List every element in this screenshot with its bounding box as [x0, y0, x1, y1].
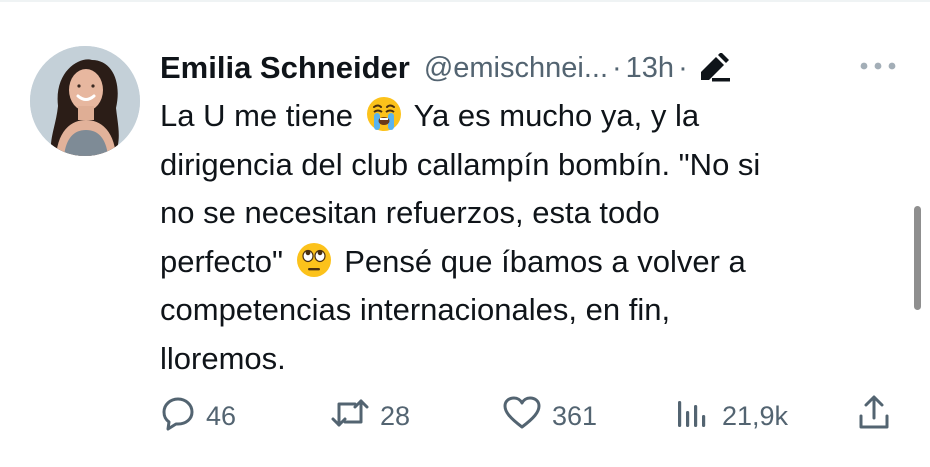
tweet-time[interactable]: 13h — [626, 52, 674, 85]
top-divider — [0, 0, 930, 2]
text-segment: Pensé que íbamos a volver a — [335, 243, 746, 279]
tweet-text: La U me tiene Ya es mucho ya, y la dirig… — [160, 92, 880, 383]
tweet-actions-bar: 46 28 361 21,9k — [160, 394, 900, 438]
like-count: 361 — [552, 400, 598, 431]
tweet-text-line: lloremos. — [160, 340, 286, 376]
tweet-text-line: perfecto" Pensé que íbamos a volver a — [160, 238, 880, 287]
views-count: 21,9k — [722, 400, 789, 431]
heart-icon — [502, 395, 542, 438]
share-icon — [856, 394, 892, 439]
more-horizontal-icon[interactable] — [856, 52, 900, 80]
retweet-icon — [330, 395, 370, 438]
retweet-count: 28 — [380, 400, 411, 431]
tweet-text-line: competencias internacionales, en fin, — [160, 292, 671, 327]
like-button[interactable]: 361 — [502, 394, 597, 438]
author-name[interactable]: Emilia Schneider — [160, 50, 410, 86]
loudly-crying-face-icon — [366, 96, 402, 147]
share-button[interactable] — [856, 394, 892, 438]
pencil-icon[interactable] — [698, 53, 732, 83]
separator-dot-2: · — [678, 51, 688, 84]
reply-icon — [160, 395, 196, 438]
scrollbar[interactable] — [914, 206, 921, 310]
text-segment: perfecto" — [160, 243, 292, 279]
tweet-text-line: La U me tiene Ya es mucho ya, y la — [160, 92, 880, 141]
face-with-rolling-eyes-icon — [296, 242, 332, 293]
tweet-text-line: dirigencia del club callampín bombín. "N… — [160, 146, 761, 182]
reply-button[interactable]: 46 — [160, 394, 236, 438]
author-handle[interactable]: @emischnei... — [424, 52, 608, 85]
views-bar-chart-icon — [674, 395, 712, 438]
text-segment: Ya es mucho ya, y la — [405, 98, 700, 133]
views-button[interactable]: 21,9k — [674, 394, 788, 438]
text-segment: La U me tiene — [160, 98, 362, 133]
tweet-text-line: no se necesitan refuerzos, esta todo — [160, 195, 660, 230]
reply-count: 46 — [206, 400, 237, 431]
separator-dot: · — [612, 51, 622, 84]
tweet-header: Emilia Schneider @emischnei... · 13h · — [160, 46, 732, 90]
author-avatar[interactable] — [30, 46, 140, 156]
retweet-button[interactable]: 28 — [330, 394, 410, 438]
